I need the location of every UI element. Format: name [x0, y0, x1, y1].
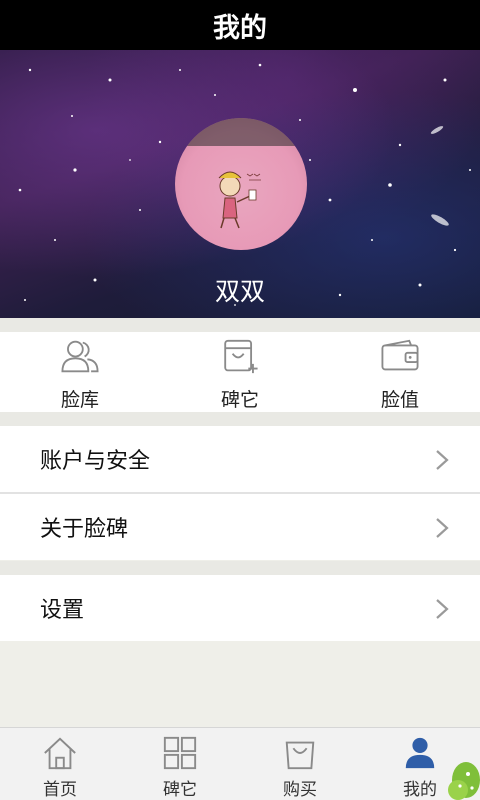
- quick-action-face-value[interactable]: 脸值: [320, 332, 480, 412]
- quick-action-bei-ta[interactable]: 碑它: [160, 332, 320, 412]
- section-spacer: [0, 561, 480, 575]
- person-icon: [405, 737, 435, 769]
- menu-item-settings[interactable]: 设置: [0, 575, 480, 641]
- quick-action-label: 脸库: [60, 389, 99, 411]
- avatar[interactable]: [175, 118, 307, 250]
- leaf-decoration-icon: [448, 762, 480, 800]
- section-spacer: [0, 412, 480, 426]
- tab-buy[interactable]: 购买: [240, 728, 360, 800]
- tab-label: 我的: [403, 780, 437, 800]
- quick-action-label: 碑它: [220, 389, 259, 411]
- shopping-bag-icon: [285, 741, 315, 770]
- menu-item-label: 账户与安全: [40, 449, 151, 474]
- username: 双双: [214, 277, 265, 306]
- profile-header: 双双: [0, 50, 480, 318]
- avatar-drawing: [175, 118, 307, 229]
- wallet-icon: [381, 339, 419, 371]
- add-box-icon: [224, 339, 258, 374]
- tab-label: 首页: [43, 780, 77, 800]
- page-title: 我的: [0, 0, 480, 50]
- home-icon: [44, 737, 76, 770]
- quick-action-face-library[interactable]: 脸库: [0, 332, 160, 412]
- menu-item-label: 关于脸碑: [40, 517, 129, 542]
- chevron-right-icon: [436, 518, 449, 538]
- section-spacer: [0, 318, 480, 332]
- bottom-tab-bar: 首页 碑它 购买 我的: [0, 727, 480, 800]
- quick-actions: 脸库 碑它 脸值: [0, 332, 480, 412]
- tab-label: 碑它: [163, 780, 197, 800]
- menu-item-account-security[interactable]: 账户与安全: [0, 426, 480, 492]
- chevron-right-icon: [436, 450, 449, 470]
- menu-item-label: 设置: [40, 598, 85, 623]
- tab-bei-ta[interactable]: 碑它: [120, 728, 240, 800]
- tab-label: 购买: [283, 780, 317, 800]
- quick-action-label: 脸值: [380, 389, 419, 411]
- grid-icon: [163, 736, 197, 770]
- screen: 我的 双双 脸库 碑它 脸值 账户与安全 关于脸碑 设置 首页 碑它 购买 我的: [0, 0, 480, 800]
- people-icon: [61, 340, 99, 373]
- page-title-text: 我的: [213, 12, 267, 44]
- chevron-right-icon: [436, 599, 449, 619]
- tab-home[interactable]: 首页: [0, 728, 120, 800]
- menu-item-about[interactable]: 关于脸碑: [0, 494, 480, 560]
